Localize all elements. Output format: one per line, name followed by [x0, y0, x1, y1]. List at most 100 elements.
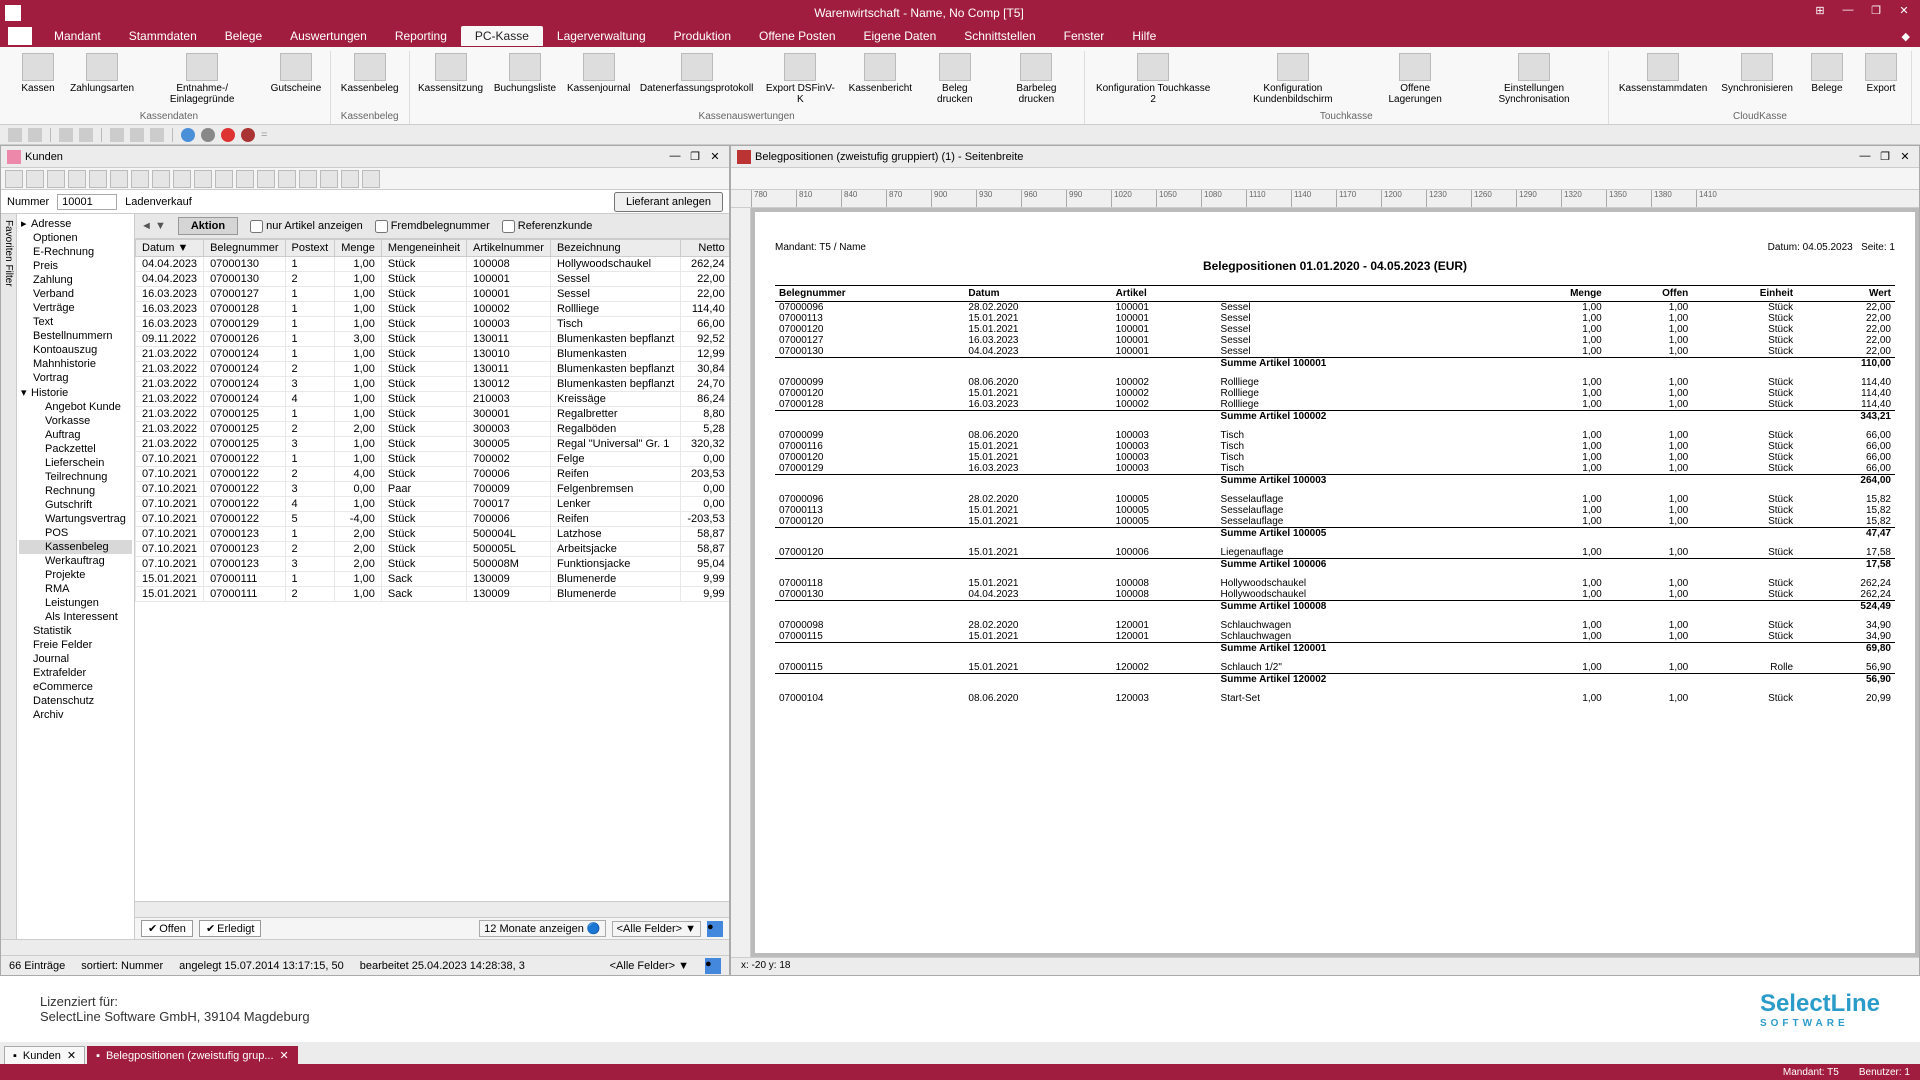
menu-belege[interactable]: Belege — [211, 26, 276, 46]
table-row[interactable]: 07.10.20210700012322,00Stück500005LArbei… — [136, 542, 730, 557]
col-header[interactable]: Postext — [285, 240, 335, 257]
qt-help-icon[interactable] — [201, 128, 215, 142]
table-row[interactable]: 21.03.20220700012522,00Stück300003Regalb… — [136, 422, 730, 437]
table-row[interactable]: 07.10.20210700012230,00Paar700009Felgenb… — [136, 482, 730, 497]
qt-stop-icon[interactable] — [221, 128, 235, 142]
tree-gutschrift[interactable]: Gutschrift — [19, 498, 132, 512]
qt-icon-5[interactable] — [110, 128, 124, 142]
ribbon-kassen[interactable]: Kassen — [14, 51, 62, 107]
status-search-button[interactable]: ● — [705, 958, 721, 974]
nav-first-button[interactable] — [5, 170, 23, 188]
table-row[interactable]: 21.03.20220700012411,00Stück130010Blumen… — [136, 347, 730, 362]
erledigt-filter[interactable]: ✔ Erledigt — [199, 920, 262, 937]
menu-offene posten[interactable]: Offene Posten — [745, 26, 850, 46]
monate-combo[interactable]: 12 Monate anzeigen 🔵 — [479, 920, 605, 937]
qt-record-icon[interactable] — [241, 128, 255, 142]
export-button[interactable] — [299, 170, 317, 188]
aktion-label[interactable]: Aktion — [178, 217, 238, 235]
table-row[interactable]: 09.11.20220700012613,00Stück130011Blumen… — [136, 332, 730, 347]
ribbon-export-dsfinv-k[interactable]: Export DSFinV-K — [760, 51, 840, 107]
table-row[interactable]: 16.03.20230700012911,00Stück100003Tisch6… — [136, 317, 730, 332]
tree-adresse[interactable]: ▸Adresse — [19, 216, 132, 231]
nav-goto-button[interactable] — [89, 170, 107, 188]
ribbon-konfiguration-kundenbildschirm[interactable]: Konfiguration Kundenbildschirm — [1222, 51, 1365, 107]
tab-close-button[interactable]: ✕ — [67, 1049, 76, 1062]
app-menu-button[interactable] — [8, 27, 32, 45]
lieferant-anlegen-button[interactable]: Lieferant anlegen — [614, 192, 723, 212]
tree-kontoauszug[interactable]: Kontoauszug — [19, 343, 132, 357]
new-button[interactable] — [152, 170, 170, 188]
table-row[interactable]: 07.10.20210700012224,00Stück700006Reifen… — [136, 467, 730, 482]
table-row[interactable]: 21.03.20220700012531,00Stück300005Regal … — [136, 437, 730, 452]
tab-belegpositionen-zweistufig-grup-[interactable]: ▪Belegpositionen (zweistufig grup...✕ — [87, 1046, 298, 1064]
kunden-max-button[interactable]: ❐ — [687, 150, 703, 163]
table-row[interactable]: 04.04.20230700013011,00Stück100008Hollyw… — [136, 257, 730, 272]
fremdbeleg-checkbox[interactable]: Fremdbelegnummer — [375, 220, 490, 233]
ribbon-zahlungsarten[interactable]: Zahlungsarten — [68, 51, 136, 107]
col-header[interactable]: Bezeichnung — [550, 240, 680, 257]
maximize-button[interactable]: ❐ — [1865, 4, 1887, 22]
tree-auftrag[interactable]: Auftrag — [19, 428, 132, 442]
tree-bestellnummern[interactable]: Bestellnummern — [19, 329, 132, 343]
tree-historie[interactable]: ▾Historie — [19, 385, 132, 400]
tree-datenschutz[interactable]: Datenschutz — [19, 694, 132, 708]
tree-projekte[interactable]: Projekte — [19, 568, 132, 582]
ribbon-export[interactable]: Export — [1857, 51, 1905, 96]
refresh-button[interactable] — [131, 170, 149, 188]
note-button[interactable] — [341, 170, 359, 188]
kunden-close-button[interactable]: ✕ — [707, 150, 723, 163]
tab-kunden[interactable]: ▪Kunden✕ — [4, 1046, 85, 1064]
grid-button[interactable] — [110, 170, 128, 188]
referenzkunde-checkbox[interactable]: Referenzkunde — [502, 220, 593, 233]
nummer-input[interactable] — [57, 194, 117, 210]
tree-vortrag[interactable]: Vortrag — [19, 371, 132, 385]
tree-text[interactable]: Text — [19, 315, 132, 329]
ribbon-kassensitzung[interactable]: Kassensitzung — [416, 51, 486, 107]
tree-angebot-kunde[interactable]: Angebot Kunde — [19, 400, 132, 414]
ribbon-help-icon[interactable]: ◆ — [1902, 30, 1910, 43]
table-row[interactable]: 07.10.2021070001225-4,00Stück700006Reife… — [136, 512, 730, 527]
tree-rma[interactable]: RMA — [19, 582, 132, 596]
menu-stammdaten[interactable]: Stammdaten — [115, 26, 211, 46]
qt-icon-7[interactable] — [150, 128, 164, 142]
delete-button[interactable] — [215, 170, 233, 188]
qt-globe-icon[interactable] — [181, 128, 195, 142]
favoriten-filter-tab[interactable]: Favoriten Filter — [1, 214, 17, 939]
tree-statistik[interactable]: Statistik — [19, 624, 132, 638]
nur-artikel-checkbox[interactable]: nur Artikel anzeigen — [250, 220, 363, 233]
wand-button[interactable] — [236, 170, 254, 188]
qt-icon-6[interactable] — [130, 128, 144, 142]
ribbon-kassenjournal[interactable]: Kassenjournal — [565, 51, 633, 107]
qt-icon-3[interactable] — [59, 128, 73, 142]
table-row[interactable]: 15.01.20210700011111,00Sack130009Blumene… — [136, 572, 730, 587]
ribbon-kassenbericht[interactable]: Kassenbericht — [846, 51, 914, 107]
report-close-button[interactable]: ✕ — [1897, 150, 1913, 163]
col-header[interactable]: Datum ▼ — [136, 240, 204, 257]
nav-last-button[interactable] — [68, 170, 86, 188]
tree-journal[interactable]: Journal — [19, 652, 132, 666]
tree-preis[interactable]: Preis — [19, 259, 132, 273]
tree-optionen[interactable]: Optionen — [19, 231, 132, 245]
grid-hscroll[interactable] — [135, 901, 729, 917]
ribbon-einstellungen-synchronisation[interactable]: Einstellungen Synchronisation — [1466, 51, 1602, 107]
menu-schnittstellen[interactable]: Schnittstellen — [950, 26, 1049, 46]
qt-icon-2[interactable] — [28, 128, 42, 142]
status-felder-combo[interactable]: <Alle Felder> ▼ — [610, 960, 689, 972]
ribbon-synchronisieren[interactable]: Synchronisieren — [1717, 51, 1797, 96]
nav-prev-button[interactable] — [26, 170, 44, 188]
tree-archiv[interactable]: Archiv — [19, 708, 132, 722]
ribbon-kassenbeleg[interactable]: Kassenbeleg — [337, 51, 403, 96]
qt-icon-4[interactable] — [79, 128, 93, 142]
menu-reporting[interactable]: Reporting — [381, 26, 461, 46]
col-header[interactable]: Menge — [335, 240, 382, 257]
table-row[interactable]: 04.04.20230700013021,00Stück100001Sessel… — [136, 272, 730, 287]
tree-leistungen[interactable]: Leistungen — [19, 596, 132, 610]
tree-zahlung[interactable]: Zahlung — [19, 273, 132, 287]
tree-vorkasse[interactable]: Vorkasse — [19, 414, 132, 428]
filter-button[interactable] — [257, 170, 275, 188]
menu-mandant[interactable]: Mandant — [40, 26, 115, 46]
table-row[interactable]: 15.01.20210700011121,00Sack130009Blumene… — [136, 587, 730, 602]
aktion-dropdown[interactable]: ◄ ▼ — [141, 220, 166, 232]
menu-pc-kasse[interactable]: PC-Kasse — [461, 26, 543, 46]
tree-teilrechnung[interactable]: Teilrechnung — [19, 470, 132, 484]
